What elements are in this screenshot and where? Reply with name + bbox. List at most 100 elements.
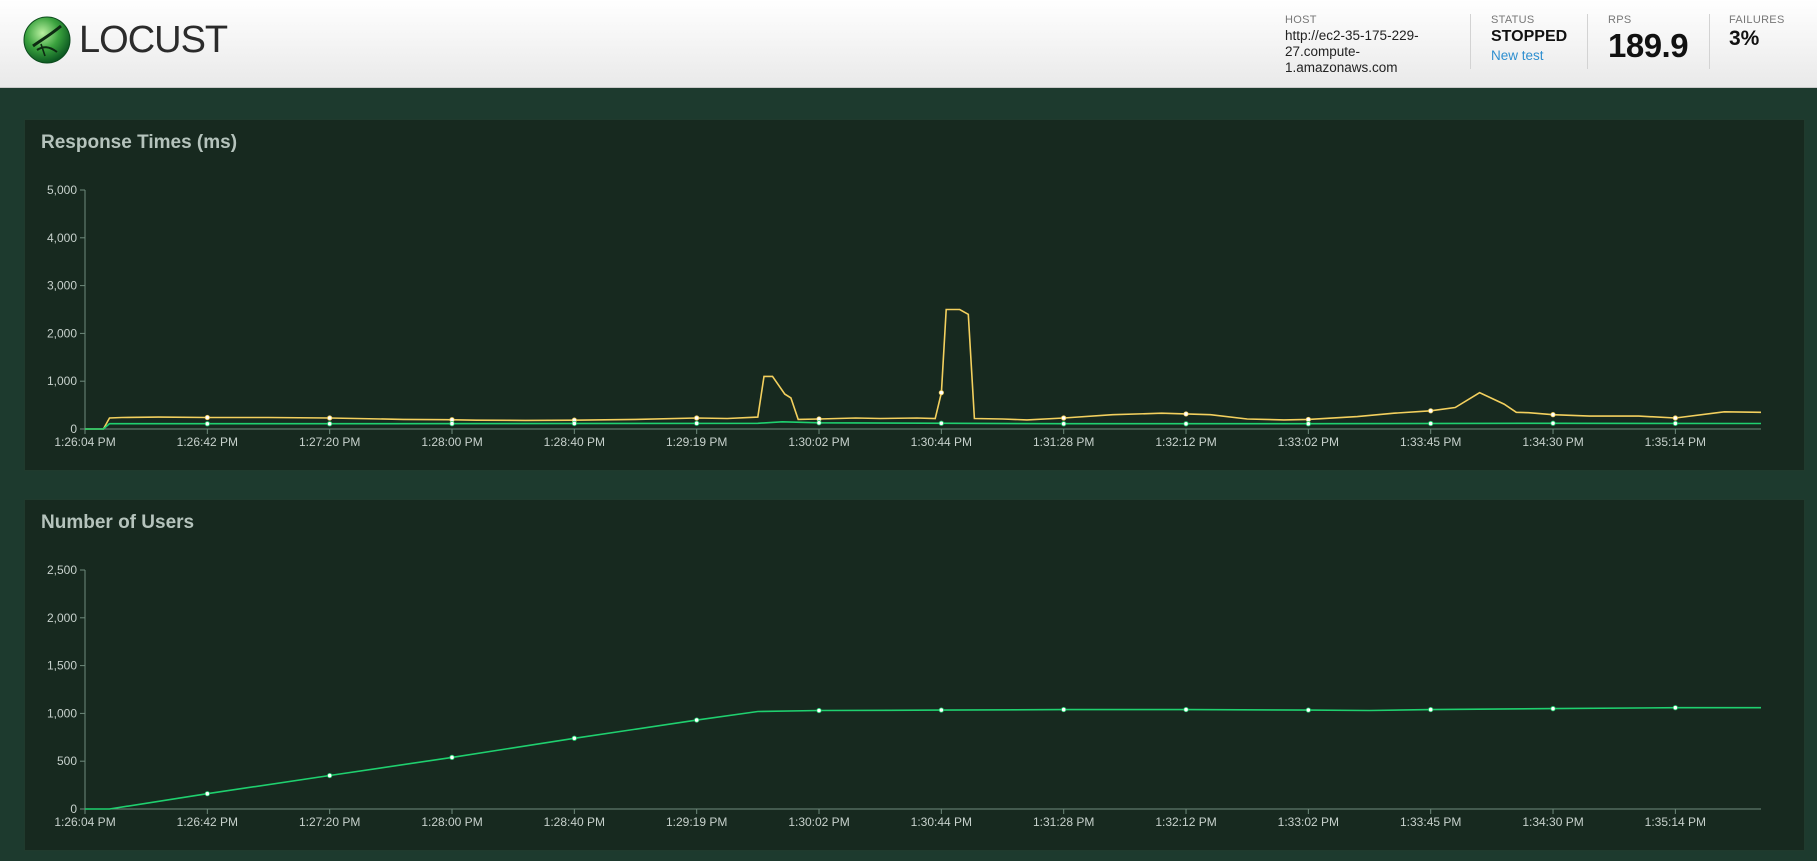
x-tick-label: 1:30:44 PM (911, 815, 972, 829)
data-point-marker (1183, 421, 1189, 427)
data-point-marker (1061, 415, 1067, 421)
y-tick-label: 4,000 (47, 231, 77, 245)
data-point-marker (327, 415, 333, 421)
x-tick-label: 1:28:40 PM (544, 435, 605, 449)
data-point-marker (1305, 707, 1311, 713)
response-times-chart[interactable]: 0 1,000 2,000 3,000 4,000 5,000 1:26:04 PM 1:26… (25, 120, 1804, 470)
locust-logo-icon (23, 16, 71, 64)
data-point-marker (571, 735, 577, 741)
data-point-marker (204, 421, 210, 427)
rps-label: RPS (1608, 14, 1632, 26)
x-tick-label: 1:32:12 PM (1155, 815, 1216, 829)
logo-text: LOCUST (79, 19, 228, 61)
data-point-marker (1550, 412, 1556, 418)
data-point-marker (694, 420, 700, 426)
x-tick-label: 1:35:14 PM (1645, 815, 1706, 829)
y-tick-label: 0 (70, 422, 77, 436)
x-tick-label: 1:26:04 PM (54, 435, 115, 449)
host-value-line: 27.compute- (1285, 44, 1361, 59)
host-value-line: http://ec2-35-175-229- (1285, 28, 1419, 43)
x-tick-label: 1:33:02 PM (1278, 435, 1339, 449)
data-point-marker (816, 707, 822, 714)
y-tick-label: 2,000 (47, 326, 77, 340)
y-tick-label: 0 (70, 802, 77, 816)
data-point-marker (1550, 420, 1556, 426)
data-point-marker (694, 415, 700, 421)
data-point-marker (1305, 421, 1311, 427)
response-times-panel: Response Times (ms) 0 1,000 2,000 3,000 4,00… (24, 119, 1805, 471)
number-of-users-panel: Number of Users 0 500 1,000 1,500 2,000 2,500… (24, 499, 1805, 851)
x-tick-label: 1:33:02 PM (1278, 815, 1339, 829)
data-point-marker (1672, 420, 1678, 427)
failures-label: FAILURES (1729, 14, 1785, 26)
new-test-link[interactable]: New test (1491, 48, 1567, 63)
x-tick-label: 1:35:14 PM (1645, 435, 1706, 449)
data-point-marker (1428, 420, 1434, 427)
data-point-marker (1428, 706, 1434, 713)
data-point-marker (816, 420, 822, 426)
x-tick-label: 1:30:02 PM (788, 435, 849, 449)
status-value: STOPPED (1491, 28, 1568, 45)
y-tick-label: 2,000 (47, 611, 77, 625)
data-point-marker (1305, 416, 1311, 423)
data-point-marker (204, 791, 210, 797)
data-point-marker (204, 414, 210, 421)
x-tick-label: 1:28:00 PM (421, 815, 482, 829)
y-tick-label: 1,000 (47, 374, 77, 388)
x-tick-label: 1:28:40 PM (544, 815, 605, 829)
x-tick-label: 1:27:20 PM (299, 435, 360, 449)
data-point-marker (694, 717, 700, 723)
data-point-marker (1672, 705, 1678, 711)
data-point-marker (938, 420, 944, 426)
x-tick-label: 1:31:28 PM (1033, 815, 1094, 829)
x-tick-label: 1:27:20 PM (299, 815, 360, 829)
data-point-marker (327, 772, 333, 779)
status-stat: STATUS STOPPED New test (1491, 14, 1567, 63)
y-tick-label: 3,000 (47, 279, 77, 293)
status-label: STATUS (1491, 14, 1535, 26)
series-line-p95 (85, 308, 1762, 430)
data-point-marker (571, 420, 577, 427)
data-point-marker (1428, 408, 1434, 414)
host-label: HOST (1285, 14, 1317, 26)
x-tick-label: 1:34:30 PM (1522, 435, 1583, 449)
rps-value: 189.9 (1608, 27, 1689, 64)
y-tick-label: 500 (57, 754, 77, 768)
locust-logo[interactable]: LOCUST (23, 16, 253, 68)
failures-stat: FAILURES 3% (1729, 14, 1785, 51)
x-tick-label: 1:28:00 PM (421, 435, 482, 449)
x-tick-label: 1:32:12 PM (1155, 435, 1216, 449)
users-chart[interactable]: 0 500 1,000 1,500 2,000 2,500 1:26:04 PM 1:26:4… (25, 500, 1804, 850)
top-bar: LOCUST HOST http://ec2-35-175-229- 27.co… (0, 0, 1817, 88)
data-point-marker (938, 390, 944, 396)
x-tick-label: 1:29:19 PM (666, 435, 727, 449)
host-value-line: 1.amazonaws.com (1285, 60, 1398, 75)
x-tick-label: 1:29:19 PM (666, 815, 727, 829)
x-tick-label: 1:26:04 PM (54, 815, 115, 829)
x-tick-label: 1:31:28 PM (1033, 435, 1094, 449)
y-tick-label: 2,500 (47, 563, 77, 577)
y-tick-label: 5,000 (47, 183, 77, 197)
x-tick-label: 1:34:30 PM (1522, 815, 1583, 829)
series-line-users (85, 706, 1761, 810)
data-point-marker (938, 707, 944, 713)
x-tick-label: 1:33:45 PM (1400, 435, 1461, 449)
host-stat: HOST http://ec2-35-175-229- 27.compute- … (1285, 14, 1445, 76)
host-value: http://ec2-35-175-229- 27.compute- 1.ama… (1285, 28, 1445, 76)
x-tick-label: 1:33:45 PM (1400, 815, 1461, 829)
stat-divider (1470, 14, 1471, 69)
data-point-marker (1061, 706, 1067, 713)
data-point-marker (1061, 421, 1067, 427)
x-tick-label: 1:26:42 PM (177, 815, 238, 829)
data-point-marker (1183, 411, 1189, 417)
rps-stat: RPS 189.9 (1608, 14, 1689, 65)
x-tick-label: 1:30:02 PM (788, 815, 849, 829)
x-tick-label: 1:26:42 PM (177, 435, 238, 449)
series-line-median (85, 420, 1762, 430)
data-point-marker (1183, 706, 1189, 713)
data-point-marker (327, 421, 333, 427)
stat-divider (1587, 14, 1588, 69)
data-point-marker (449, 754, 455, 760)
data-point-marker (1550, 706, 1556, 712)
x-tick-label: 1:30:44 PM (911, 435, 972, 449)
